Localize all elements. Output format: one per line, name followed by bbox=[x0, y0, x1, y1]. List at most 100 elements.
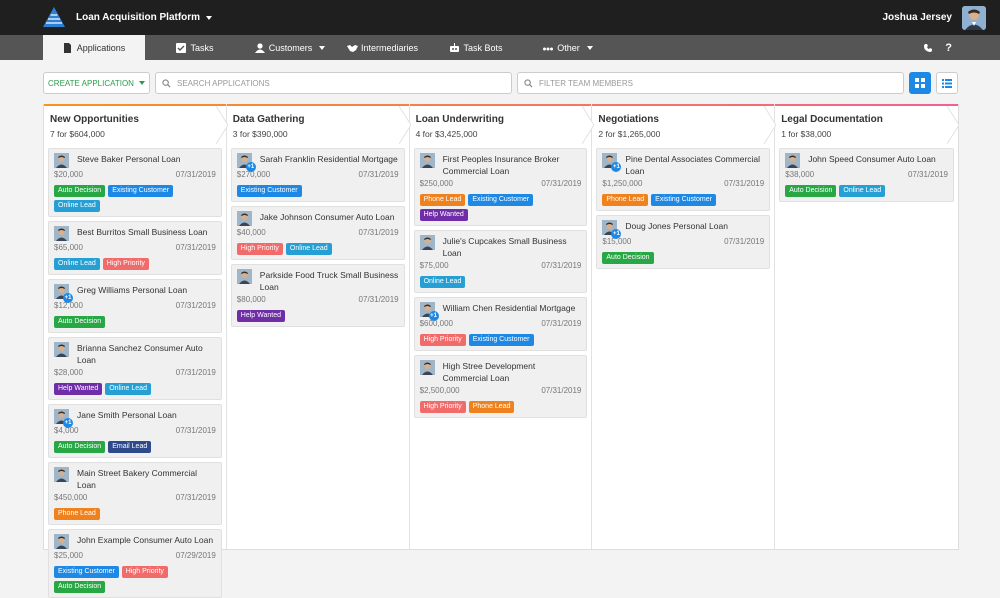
assignee-avatar[interactable] bbox=[54, 467, 69, 482]
tag-phone-lead[interactable]: Phone Lead bbox=[419, 194, 466, 206]
tab-applications[interactable]: Applications bbox=[43, 35, 145, 60]
tag-online-lead[interactable]: Online Lead bbox=[54, 258, 100, 270]
application-card[interactable]: High Stree Development Commercial Loan $2… bbox=[413, 355, 588, 418]
tab-other[interactable]: Other bbox=[522, 35, 614, 60]
application-card[interactable]: +1 William Chen Residential Mortgage $600,… bbox=[413, 297, 588, 351]
filter-team-members-box[interactable] bbox=[517, 72, 904, 94]
assignee-avatar[interactable] bbox=[785, 153, 801, 168]
tag-help-wanted[interactable]: Help Wanted bbox=[236, 310, 286, 322]
tag-online-lead[interactable]: Online Lead bbox=[105, 383, 151, 395]
tag-phone-lead[interactable]: Phone Lead bbox=[468, 401, 515, 413]
assignee-avatar[interactable] bbox=[236, 211, 252, 226]
tag-high-priority[interactable]: High Priority bbox=[102, 258, 149, 270]
assignee-avatar[interactable]: +1 bbox=[54, 284, 73, 303]
tag-existing-customer[interactable]: Existing Customer bbox=[468, 334, 534, 346]
tag-help-wanted[interactable]: Help Wanted bbox=[419, 209, 468, 221]
tag-high-priority[interactable]: High Priority bbox=[419, 401, 466, 413]
help-icon[interactable]: ? bbox=[945, 42, 952, 54]
application-card[interactable]: Brianna Sanchez Consumer Auto Loan $28,00… bbox=[48, 337, 222, 400]
column-header[interactable]: Data Gathering 3 for $390,000 bbox=[227, 106, 411, 144]
assignee-avatar[interactable] bbox=[54, 226, 69, 241]
assignee-avatar[interactable]: +1 bbox=[54, 409, 73, 428]
application-card[interactable]: +1 Sarah Franklin Residential Mortgage $27… bbox=[230, 148, 405, 202]
tag-existing-customer[interactable]: Existing Customer bbox=[468, 194, 534, 206]
tag-existing-customer[interactable]: Existing Customer bbox=[236, 185, 302, 197]
column-header[interactable]: Negotiations 2 for $1,265,000 bbox=[592, 106, 777, 144]
assignee-avatar[interactable]: +1 bbox=[419, 302, 439, 321]
card-tags: Auto Decision Online Lead bbox=[785, 185, 948, 197]
tag-existing-customer[interactable]: Existing Customer bbox=[108, 185, 173, 197]
column-summary: 1 for $38,000 bbox=[781, 129, 832, 139]
tag-online-lead[interactable]: Online Lead bbox=[285, 243, 332, 255]
tag-phone-lead[interactable]: Phone Lead bbox=[54, 508, 100, 520]
application-card[interactable]: John Example Consumer Auto Loan $25,000 07… bbox=[48, 529, 222, 598]
user-avatar[interactable] bbox=[962, 5, 986, 30]
tag-auto-decision[interactable]: Auto Decision bbox=[54, 316, 106, 328]
tag-existing-customer[interactable]: Existing Customer bbox=[54, 566, 119, 578]
column-legal-documentation: Legal Documentation 1 for $38,000 John Spe… bbox=[775, 104, 960, 549]
application-card[interactable]: First Peoples Insurance Broker Commercia… bbox=[413, 148, 588, 226]
tag-online-lead[interactable]: Online Lead bbox=[419, 276, 466, 288]
tag-auto-decision[interactable]: Auto Decision bbox=[54, 185, 106, 197]
application-card[interactable]: +1 Pine Dental Associates Commercial Loan… bbox=[596, 148, 771, 211]
card-title: Julie's Cupcakes Small Business Loan bbox=[442, 236, 567, 258]
tag-auto-decision[interactable]: Auto Decision bbox=[54, 581, 106, 593]
application-card[interactable]: +1 Greg Williams Personal Loan $12,000 07/3… bbox=[48, 279, 222, 333]
card-tags: Phone Lead bbox=[54, 508, 216, 520]
assignee-avatar[interactable] bbox=[419, 360, 435, 375]
assignee-avatar[interactable] bbox=[419, 153, 435, 168]
tab-customers[interactable]: Customers bbox=[245, 35, 335, 60]
phone-icon[interactable] bbox=[923, 43, 933, 53]
tab-tasks[interactable]: Tasks bbox=[145, 35, 245, 60]
card-amount: $80,000 bbox=[236, 295, 266, 304]
app-title-menu[interactable]: Loan Acquisition Platform bbox=[76, 12, 213, 23]
assignee-avatar[interactable] bbox=[54, 153, 69, 168]
application-card[interactable]: Main Street Bakery Commercial Loan $450,0… bbox=[48, 462, 222, 525]
tag-existing-customer[interactable]: Existing Customer bbox=[651, 194, 716, 206]
tab-task-bots[interactable]: Task Bots bbox=[430, 35, 522, 60]
list-view-button[interactable] bbox=[936, 72, 958, 94]
tag-auto-decision[interactable]: Auto Decision bbox=[785, 185, 837, 197]
tag-online-lead[interactable]: Online Lead bbox=[54, 200, 100, 212]
tag-phone-lead[interactable]: Phone Lead bbox=[602, 194, 649, 206]
user-menu[interactable]: Joshua Jersey bbox=[883, 5, 986, 30]
card-date: 07/31/2019 bbox=[358, 170, 399, 179]
filter-team-members-input[interactable] bbox=[539, 78, 839, 88]
column-header[interactable]: Loan Underwriting 4 for $3,425,000 bbox=[410, 106, 594, 144]
tag-help-wanted[interactable]: Help Wanted bbox=[54, 383, 103, 395]
tag-high-priority[interactable]: High Priority bbox=[121, 566, 168, 578]
assignee-avatar[interactable] bbox=[236, 269, 252, 284]
tab-intermediaries[interactable]: Intermediaries bbox=[335, 35, 430, 60]
search-applications-box[interactable] bbox=[155, 72, 512, 94]
create-application-button[interactable]: CREATE APPLICATION bbox=[43, 72, 150, 94]
application-card[interactable]: Jake Johnson Consumer Auto Loan $40,000 07… bbox=[230, 206, 405, 260]
tag-high-priority[interactable]: High Priority bbox=[419, 334, 466, 346]
tag-auto-decision[interactable]: Auto Decision bbox=[602, 252, 654, 264]
application-card[interactable]: +1 Doug Jones Personal Loan $15,000 07/31/2… bbox=[596, 215, 771, 269]
assignee-avatar[interactable] bbox=[54, 534, 69, 549]
application-card[interactable]: Parkside Food Truck Small Business Loan $… bbox=[230, 264, 405, 327]
board-view-button[interactable] bbox=[909, 72, 931, 94]
tag-online-lead[interactable]: Online Lead bbox=[839, 185, 886, 197]
assignee-avatar[interactable] bbox=[419, 235, 435, 250]
chevron-down-icon bbox=[206, 15, 213, 20]
search-applications-input[interactable] bbox=[177, 78, 477, 88]
tag-auto-decision[interactable]: Auto Decision bbox=[54, 441, 106, 453]
column-title: New Opportunities bbox=[50, 114, 139, 125]
application-card[interactable]: Julie's Cupcakes Small Business Loan $75,… bbox=[413, 230, 588, 293]
tag-high-priority[interactable]: High Priority bbox=[236, 243, 283, 255]
assignee-avatar[interactable]: +1 bbox=[236, 153, 256, 172]
application-card[interactable]: John Speed Consumer Auto Loan $38,000 07/3… bbox=[779, 148, 954, 202]
column-header[interactable]: Legal Documentation 1 for $38,000 bbox=[775, 106, 960, 144]
tag-email-lead[interactable]: Email Lead bbox=[108, 441, 152, 453]
card-amount: $2,500,000 bbox=[419, 386, 460, 395]
assignee-avatar[interactable]: +1 bbox=[602, 220, 622, 239]
application-card[interactable]: Steve Baker Personal Loan $20,000 07/31/20… bbox=[48, 148, 222, 217]
platform-logo-icon[interactable] bbox=[42, 6, 66, 28]
assignee-avatar[interactable] bbox=[54, 342, 69, 357]
column-header[interactable]: New Opportunities 7 for $604,000 bbox=[44, 106, 228, 144]
application-card[interactable]: Best Burritos Small Business Loan $65,000… bbox=[48, 221, 222, 275]
application-card[interactable]: +1 Jane Smith Personal Loan $4,000 07/31/20… bbox=[48, 404, 222, 458]
card-amount: $20,000 bbox=[54, 170, 83, 179]
assignee-avatar[interactable]: +1 bbox=[602, 153, 622, 172]
